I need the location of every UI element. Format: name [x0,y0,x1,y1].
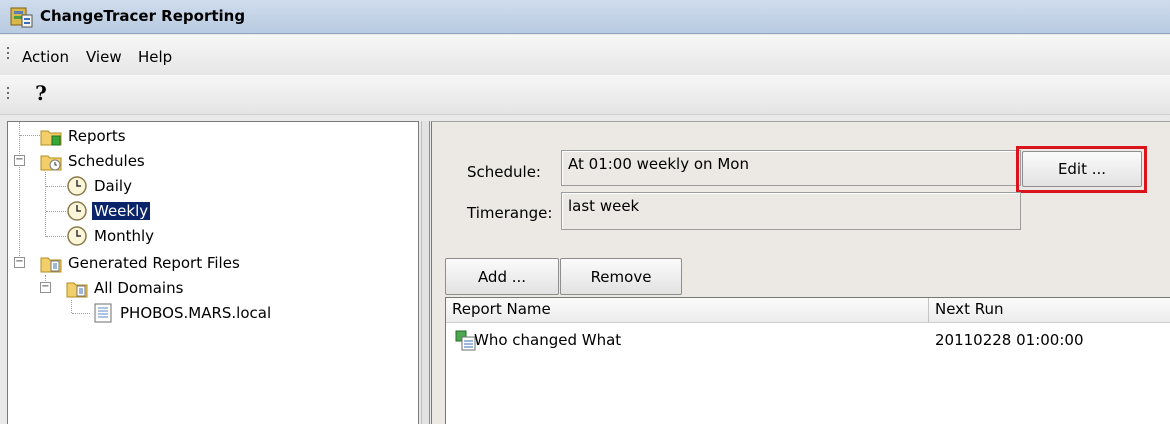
menu-action[interactable]: Action [22,48,69,66]
collapse-icon[interactable]: − [40,282,51,293]
collapse-icon[interactable]: − [14,155,25,166]
menu-help[interactable]: Help [138,48,172,66]
tree-line [45,172,46,237]
schedule-label: Schedule: [467,163,541,181]
table-row[interactable]: Who changed What 20110228 01:00:00 [446,330,1170,354]
tree-item-label: All Domains [94,278,184,297]
schedule-field: At 01:00 weekly on Mon [561,150,1021,186]
list-header: Report Name Next Run [446,298,1170,323]
column-header-report-name[interactable]: Report Name [446,298,557,323]
tree-item-label: Schedules [68,151,145,170]
timerange-field: last week [561,192,1021,230]
column-header-next-run[interactable]: Next Run [929,298,1009,323]
tree-line [71,300,72,313]
add-button[interactable]: Add ... [445,258,559,295]
menu-view[interactable]: View [86,48,122,66]
timerange-label: Timerange: [467,204,553,222]
tree-line [19,122,20,262]
folder-icon [66,282,88,297]
clock-icon [67,175,87,196]
window-title: ChangeTracer Reporting [40,7,246,25]
tree-item-all-domains[interactable]: All Domains [66,275,185,300]
app-icon [10,7,33,28]
tree-item-daily[interactable]: Daily [66,173,134,198]
menu-bar: Action View Help [0,35,1170,75]
report-name-cell: Who changed What [474,331,622,349]
clock-icon [67,225,87,246]
report-list: Report Name Next Run Who changed What 20… [445,297,1170,424]
toolbar-grip [7,87,10,102]
title-bar: ChangeTracer Reporting [0,0,1170,34]
tree-line [46,236,66,237]
toolbar [0,75,1170,115]
tree-item-label: PHOBOS.MARS.local [120,303,272,322]
reports-folder-icon [40,130,62,145]
schedules-folder-icon [40,155,62,170]
tree-item-reports[interactable]: Reports [40,123,128,148]
tree-item-monthly[interactable]: Monthly [66,223,156,248]
tree-item-schedules[interactable]: Schedules [40,148,147,173]
tree-item-label: Daily [94,176,132,195]
tree-item-label: Generated Report Files [68,253,240,272]
tree-pane: Reports − Schedules Daily Weekly Monthly… [7,121,419,424]
collapse-icon[interactable]: − [14,257,25,268]
tree-item-generated-report-files[interactable]: Generated Report Files [40,250,242,275]
tree-item-label: Monthly [94,226,155,245]
help-icon: ? [35,81,47,105]
help-button[interactable]: ? [28,80,54,106]
tree-line [46,186,66,187]
clock-icon [67,200,87,221]
tree-line [72,313,90,314]
highlight-box [1016,146,1147,193]
tree-item-phobos-mars-local[interactable]: PHOBOS.MARS.local [92,300,273,325]
tree-line [20,135,40,136]
pane-splitter[interactable] [421,121,430,424]
tree-line [46,211,66,212]
tree-item-label: Weekly [92,201,151,220]
next-run-cell: 20110228 01:00:00 [935,331,1084,349]
remove-button[interactable]: Remove [560,258,682,295]
tree-item-weekly[interactable]: Weekly [66,198,151,223]
menu-grip [7,47,10,62]
document-icon [94,303,112,322]
tree-item-label: Reports [68,126,126,145]
folder-icon [40,257,62,272]
